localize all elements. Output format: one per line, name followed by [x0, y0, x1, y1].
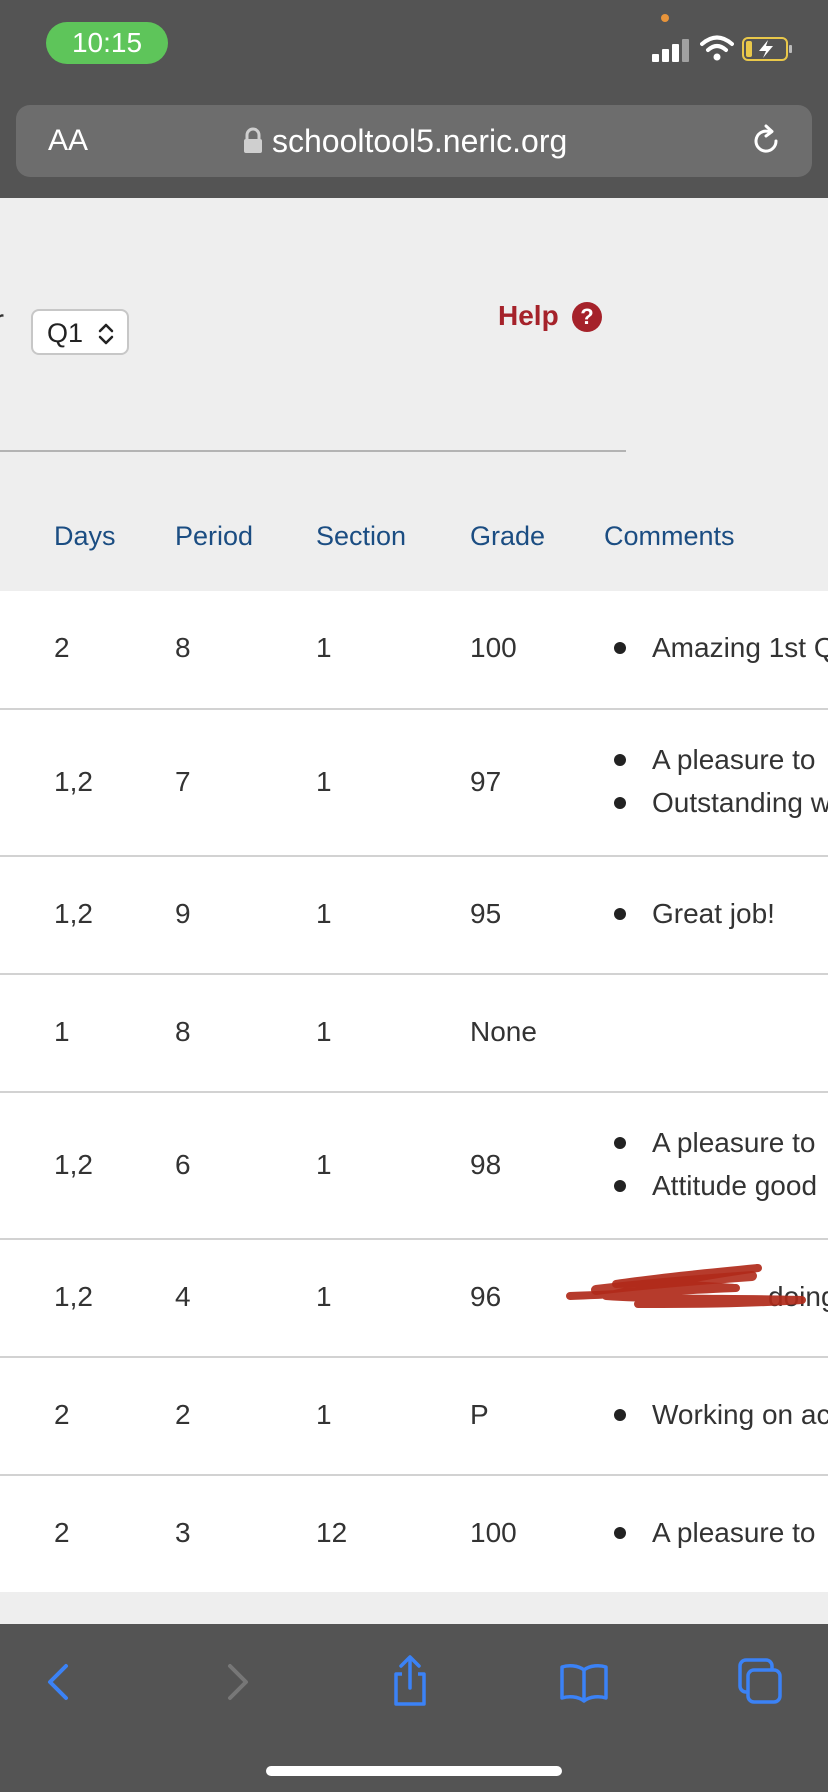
- cell-period: 3: [175, 1517, 191, 1548]
- cell-days: 1,2: [54, 766, 93, 797]
- wifi-icon: [700, 35, 734, 61]
- status-time: 10:15: [46, 22, 168, 64]
- page-controls: r Q1 Help ? Days Period Section Grade Co…: [0, 198, 828, 591]
- cell-period: 4: [175, 1281, 191, 1312]
- bullet-icon: [614, 754, 626, 766]
- comment-text: Amazing 1st Q: [652, 632, 828, 663]
- cell-section: 1: [316, 1399, 332, 1430]
- bullet-icon: [614, 908, 626, 920]
- lock-icon: [244, 127, 262, 153]
- question-circle-icon[interactable]: ?: [572, 302, 602, 332]
- cell-grade: 100: [470, 632, 517, 663]
- table-row: 1,2 7 1 97 A pleasure to Outstanding w: [0, 710, 828, 857]
- table-row: 1 8 1 None: [0, 975, 828, 1093]
- bullet-icon: [614, 642, 626, 654]
- header-comments[interactable]: Comments: [604, 516, 735, 556]
- table-row: 1,2 9 1 95 Great job!: [0, 857, 828, 975]
- divider: [0, 450, 626, 452]
- cell-section: 12: [316, 1517, 348, 1548]
- cell-section: 1: [316, 1149, 332, 1180]
- header-section[interactable]: Section: [316, 516, 406, 556]
- bullet-icon: [614, 1180, 626, 1192]
- comment-text: A pleasure to: [652, 1517, 816, 1548]
- cell-period: 7: [175, 766, 191, 797]
- cell-section: 1: [316, 898, 332, 929]
- share-icon[interactable]: [380, 1652, 440, 1712]
- header-period[interactable]: Period: [175, 516, 253, 556]
- cell-period: 6: [175, 1149, 191, 1180]
- bookmarks-icon[interactable]: [554, 1652, 614, 1712]
- cell-days: 2: [54, 1399, 70, 1430]
- cell-section: 1: [316, 1016, 332, 1047]
- table-row: 2 2 1 P Working on ac: [0, 1358, 828, 1476]
- reader-aa-button[interactable]: AA: [48, 121, 88, 161]
- comment-text: A pleasure to: [652, 1127, 816, 1158]
- table-row: 1,2 6 1 98 A pleasure to Attitude good: [0, 1093, 828, 1240]
- cell-grade: 96: [470, 1281, 502, 1312]
- comment-text: Working on ac: [652, 1399, 828, 1430]
- bullet-icon: [614, 1409, 626, 1421]
- quarter-select[interactable]: Q1: [31, 309, 129, 355]
- quarter-label-fragment: r: [0, 304, 4, 338]
- quarter-value: Q1: [47, 318, 84, 348]
- forward-icon[interactable]: [206, 1652, 266, 1712]
- url-text: schooltool5.neric.org: [272, 123, 568, 159]
- cell-section: 1: [316, 632, 332, 663]
- cell-grade: P: [470, 1399, 489, 1430]
- bullet-icon: [614, 1137, 626, 1149]
- table-row: 1,2 4 1 96 doing: [0, 1240, 828, 1358]
- table-row: 2 8 1 100 Amazing 1st Q: [0, 591, 828, 710]
- cell-period: 2: [175, 1399, 191, 1430]
- bullet-icon: [614, 1527, 626, 1539]
- page-bottom-area: [0, 1592, 828, 1624]
- comment-text: Outstanding w: [652, 787, 828, 818]
- status-bar: 10:15: [0, 0, 828, 100]
- home-indicator: [266, 1766, 562, 1776]
- cell-period: 9: [175, 898, 191, 929]
- cell-section: 1: [316, 766, 332, 797]
- cell-grade: 100: [470, 1517, 517, 1548]
- browser-address-area: AA schooltool5.neric.org: [0, 100, 828, 198]
- cell-period: 8: [175, 632, 191, 663]
- cell-grade: 95: [470, 898, 502, 929]
- cell-days: 1: [54, 1016, 70, 1047]
- cell-section: 1: [316, 1281, 332, 1312]
- cell-days: 2: [54, 1517, 70, 1548]
- redaction-scribble: [566, 1264, 806, 1308]
- privacy-indicator-dot: [661, 14, 669, 22]
- browser-toolbar: [0, 1624, 828, 1792]
- cell-days: 1,2: [54, 1281, 93, 1312]
- cell-days: 2: [54, 632, 70, 663]
- cell-days: 1,2: [54, 898, 93, 929]
- battery-charging-icon: [742, 37, 792, 61]
- back-icon[interactable]: [30, 1652, 90, 1712]
- aa-label: AA: [48, 124, 89, 157]
- reload-icon[interactable]: [748, 123, 784, 159]
- table-header: Days Period Section Grade Comments: [0, 516, 828, 556]
- address-bar[interactable]: AA schooltool5.neric.org: [16, 105, 812, 177]
- cell-grade: None: [470, 1016, 537, 1047]
- cell-days: 1,2: [54, 1149, 93, 1180]
- comment-text: Attitude good: [652, 1170, 818, 1201]
- cell-grade: 97: [470, 766, 502, 797]
- comment-text: A pleasure to: [652, 744, 816, 775]
- tabs-icon[interactable]: [730, 1652, 790, 1712]
- table-row: 2 3 12 100 A pleasure to: [0, 1476, 828, 1594]
- header-days[interactable]: Days: [54, 516, 116, 556]
- header-grade[interactable]: Grade: [470, 516, 545, 556]
- cell-period: 8: [175, 1016, 191, 1047]
- bullet-icon: [614, 797, 626, 809]
- chevron-up-down-icon: [98, 323, 114, 345]
- comment-text: Great job!: [652, 898, 775, 929]
- help-link[interactable]: Help: [498, 296, 559, 336]
- cell-grade: 98: [470, 1149, 502, 1180]
- cellular-signal-icon: [652, 38, 692, 62]
